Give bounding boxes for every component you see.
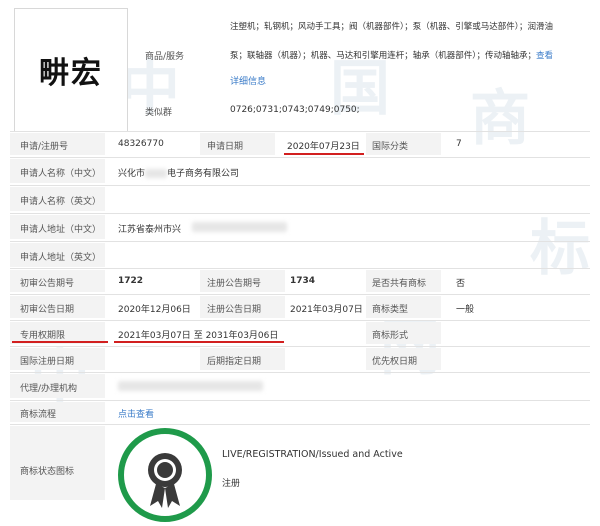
goods-services-label: 商品/服务 xyxy=(145,52,185,62)
goods-services-line1: 注塑机；轧钢机；风动手工具；阀（机器部件）；泵（机器、引擎或马达部件）；润滑油 xyxy=(230,22,554,32)
exclusive-period-label: 专用权期限 xyxy=(20,331,66,341)
applicant-cn-prefix: 兴化市 xyxy=(118,169,146,179)
intl-class-value: 7 xyxy=(456,139,462,149)
row-divider xyxy=(10,424,590,425)
award-ribbon-icon xyxy=(118,428,212,522)
shared-value: 否 xyxy=(456,279,466,289)
row-divider xyxy=(10,294,590,295)
row-divider xyxy=(10,241,590,242)
goods-services-line2: 泵；联轴器（机器）；机器、马达和引擎用连杆；轴承（机器部件）；传动轴轴承； xyxy=(230,51,537,61)
shared-label: 是否共有商标 xyxy=(372,279,427,289)
redacted-text xyxy=(118,381,263,391)
address-en-label: 申请人地址（英文） xyxy=(20,253,102,263)
reg-date-value: 2021年03月07日 xyxy=(290,305,363,315)
row-divider xyxy=(10,157,590,158)
row-divider xyxy=(10,372,590,373)
prelim-issue-label: 初审公告期号 xyxy=(20,279,75,289)
redacted-text xyxy=(192,222,287,232)
goods-services-line2-wrap: 泵；联轴器（机器）；机器、马达和引擎用连杆；轴承（机器部件）；传动轴轴承；查看 xyxy=(230,49,553,61)
similar-group-label: 类似群 xyxy=(145,108,173,118)
address-cn-label: 申请人地址（中文） xyxy=(20,225,102,235)
reg-issue-label: 注册公告期号 xyxy=(207,279,262,289)
goods-details-link[interactable]: 详细信息 xyxy=(230,74,266,87)
label-col-bg xyxy=(10,426,105,500)
row-divider xyxy=(10,400,590,401)
reg-no-label: 申请/注册号 xyxy=(20,142,69,152)
goods-more-link[interactable]: 查看 xyxy=(536,51,553,61)
reg-date-label: 注册公告日期 xyxy=(207,305,262,315)
reg-issue-value: 1734 xyxy=(290,276,316,286)
exclusive-label-underline xyxy=(12,341,108,343)
priority-date-label: 优先权日期 xyxy=(372,357,418,367)
tm-type-label: 商标类型 xyxy=(372,305,409,315)
process-view-link[interactable]: 点击查看 xyxy=(118,407,154,420)
intl-reg-date-label: 国际注册日期 xyxy=(20,357,75,367)
reg-no-value: 48326770 xyxy=(118,139,164,149)
tm-type-value: 一般 xyxy=(456,305,475,315)
row-divider xyxy=(10,320,590,321)
similar-group-value: 0726;0731;0743;0749;0750; xyxy=(230,105,360,115)
trademark-logo-text: 畊宏 xyxy=(39,56,103,91)
exclusive-value-underline xyxy=(114,341,284,343)
status-en: LIVE/REGISTRATION/Issued and Active xyxy=(222,449,403,460)
exclusive-to: 至 xyxy=(193,331,203,341)
later-date-label: 后期指定日期 xyxy=(207,357,262,367)
applicant-cn-value: 兴化市 电子商务有限公司 xyxy=(118,166,239,179)
row-divider xyxy=(10,213,590,214)
applicant-en-label: 申请人名称（英文） xyxy=(20,197,102,207)
exclusive-end: 2031年03月06日 xyxy=(205,331,279,341)
status-icon-label: 商标状态图标 xyxy=(20,467,75,477)
row-divider xyxy=(10,131,590,132)
row-divider xyxy=(10,185,590,186)
prelim-date-value: 2020年12月06日 xyxy=(118,305,191,315)
applicant-cn-label: 申请人名称（中文） xyxy=(20,169,102,179)
intl-class-label: 国际分类 xyxy=(372,142,409,152)
address-cn-value: 江苏省泰州市兴 xyxy=(118,225,182,235)
process-label: 商标流程 xyxy=(20,410,57,420)
apply-date-label: 申请日期 xyxy=(207,142,244,152)
watermark-char: 商 xyxy=(470,84,530,154)
status-cn: 注册 xyxy=(222,479,241,489)
trademark-image: 畊宏 xyxy=(14,8,128,132)
row-divider xyxy=(10,268,590,269)
apply-date-value: 2020年07月23日 xyxy=(287,142,360,152)
apply-date-underline xyxy=(284,153,364,155)
exclusive-period-value: 2021年03月07日 至 2031年03月06日 xyxy=(118,328,278,341)
prelim-date-label: 初审公告日期 xyxy=(20,305,75,315)
tm-form-label: 商标形式 xyxy=(372,331,409,341)
exclusive-start: 2021年03月07日 xyxy=(118,331,191,341)
redacted-text xyxy=(145,169,168,178)
prelim-issue-value: 1722 xyxy=(118,276,144,286)
row-divider xyxy=(10,346,590,347)
applicant-cn-suffix: 电子商务有限公司 xyxy=(167,169,240,179)
agent-label: 代理/办理机构 xyxy=(20,384,78,394)
